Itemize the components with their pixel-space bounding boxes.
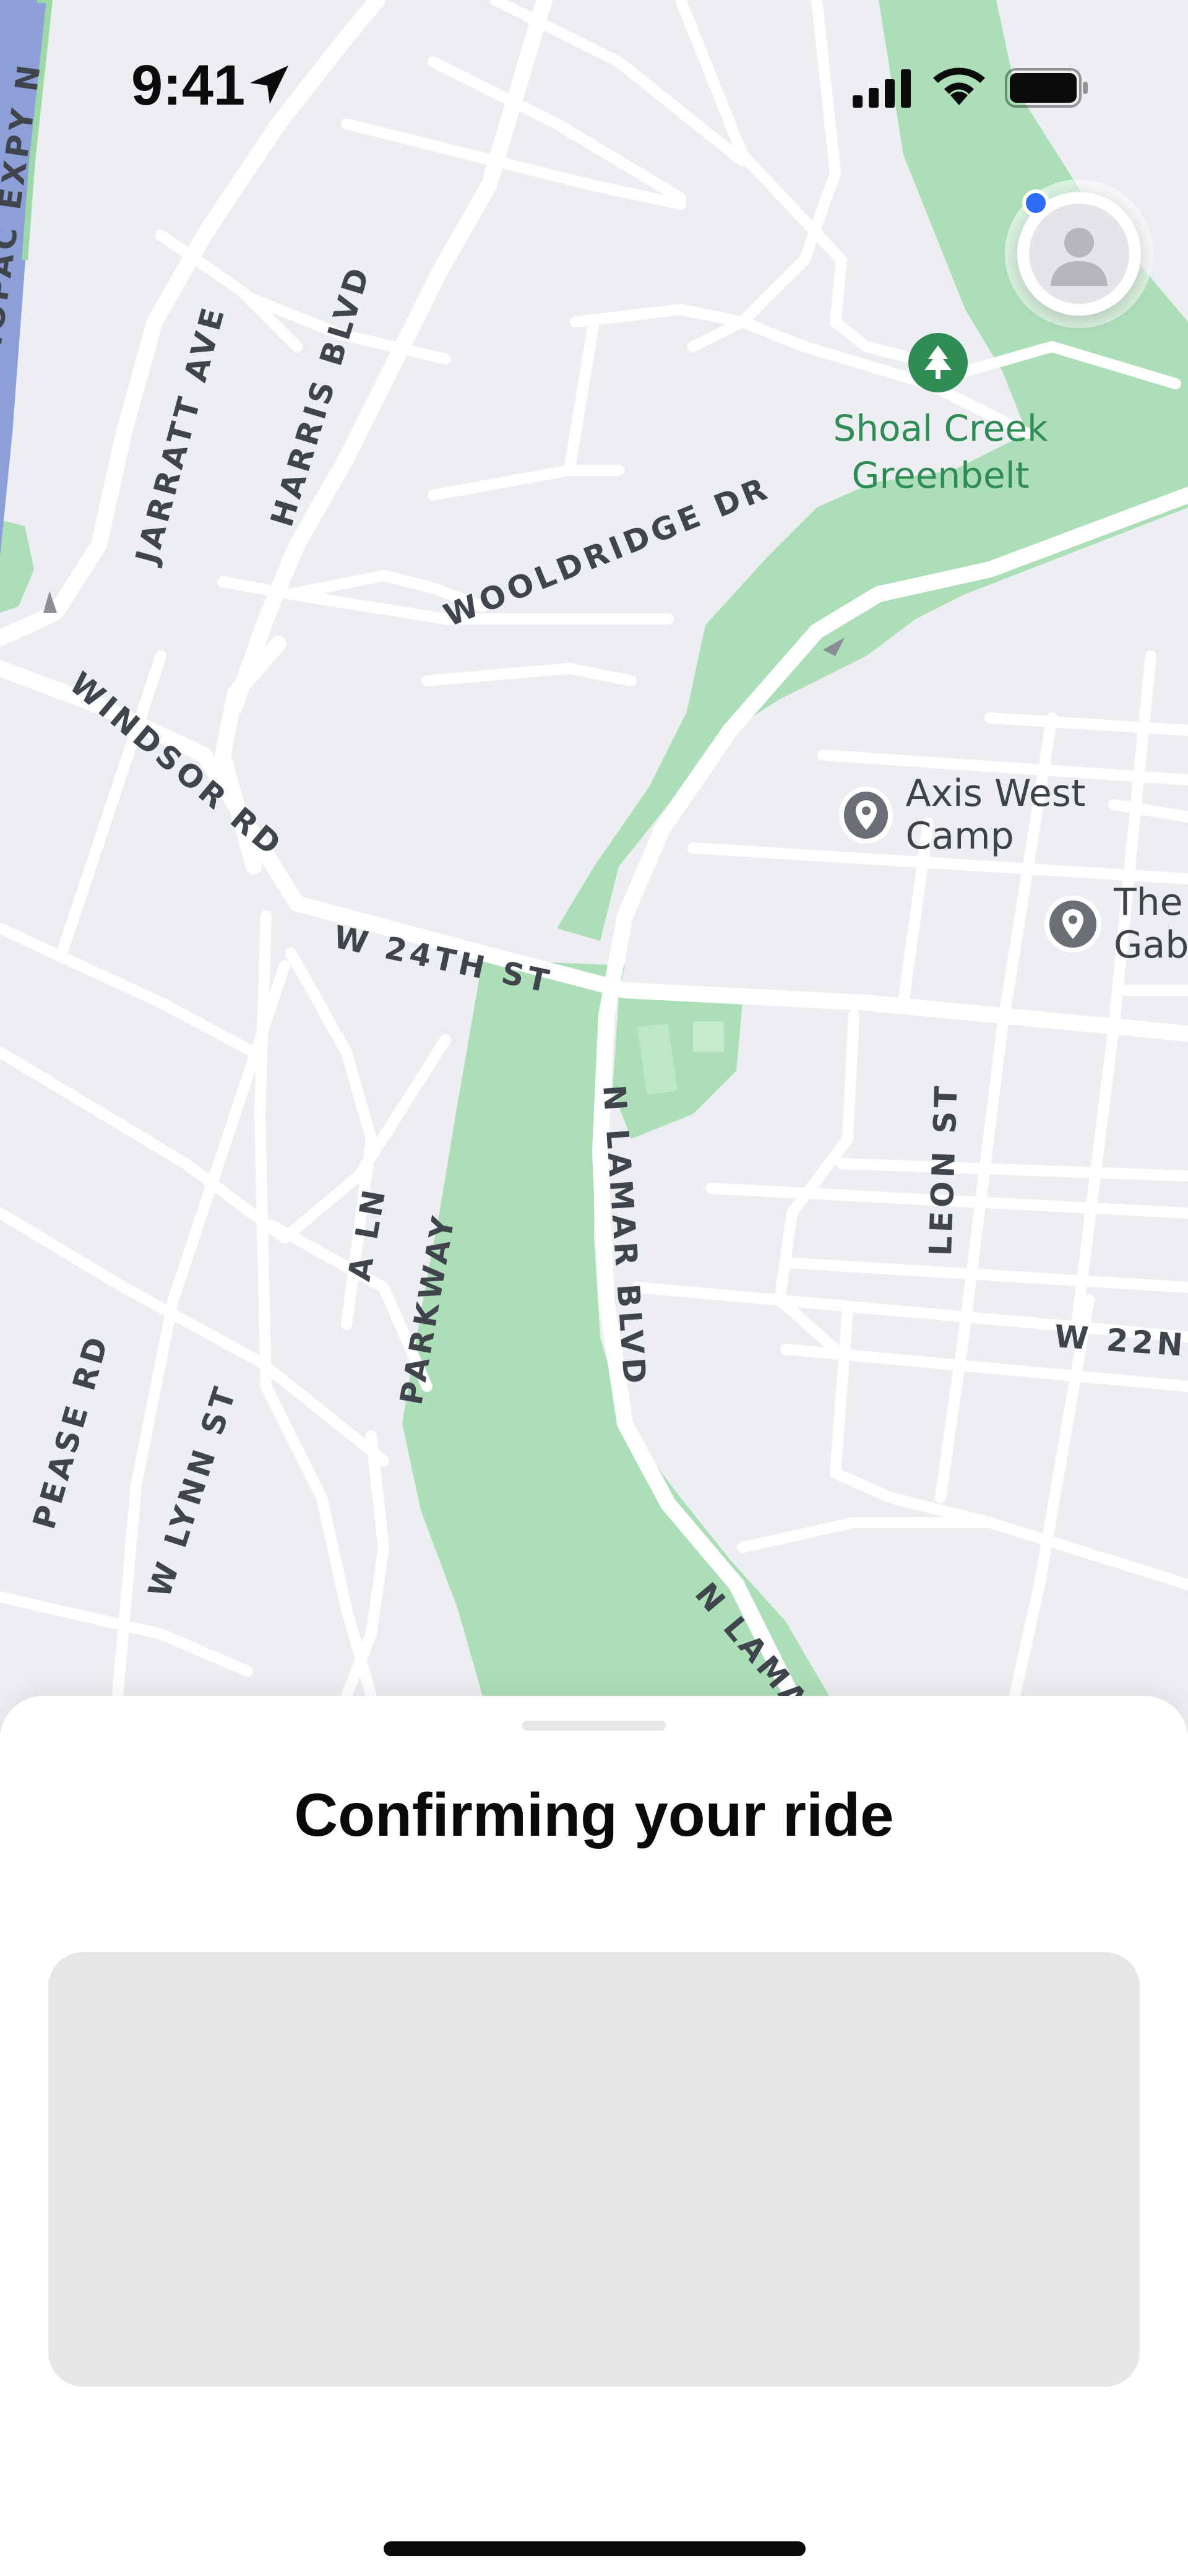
location-arrow-icon [250,66,288,104]
park-label-line2: Greenbelt [851,454,1030,496]
app-screen: MOPAC EXPY N JARRATT AVE HARRIS BLVD WOO… [0,0,1188,2576]
poi-axis-west[interactable]: Axis West Camp [839,772,1188,858]
park-label[interactable]: Shoal Creek Greenbelt [829,405,1052,499]
map-pin-icon [1044,896,1101,953]
poi-the-gab[interactable]: The Gab [1044,881,1188,967]
poi-label-line2: Gab [1114,923,1188,967]
poi-label: The Gab [1114,881,1188,967]
battery-icon [1005,68,1088,108]
status-bar: 9:41 [0,0,1188,117]
wifi-icon [933,67,985,105]
tree-icon[interactable] [908,333,968,392]
poi-label: Axis West Camp [905,772,1086,858]
map-pin-icon [839,787,893,844]
status-time: 9:41 [131,54,246,117]
loading-placeholder [48,1952,1140,2387]
person-icon [1029,204,1129,304]
home-indicator[interactable] [384,2541,806,2556]
street-label-leon: LEON ST [923,1082,965,1257]
signal-bars-icon [853,69,911,108]
sheet-title: Confirming your ride [294,1781,894,1849]
user-location-dot [1022,189,1049,217]
sheet-grabber[interactable] [522,1721,666,1731]
park-west [0,520,34,613]
park-label-line1: Shoal Creek [833,407,1048,449]
poi-label-line1: The [1114,881,1183,924]
map-view[interactable]: MOPAC EXPY N JARRATT AVE HARRIS BLVD WOO… [0,0,1188,1733]
bottom-sheet[interactable]: Confirming your ride [0,1696,1188,2576]
